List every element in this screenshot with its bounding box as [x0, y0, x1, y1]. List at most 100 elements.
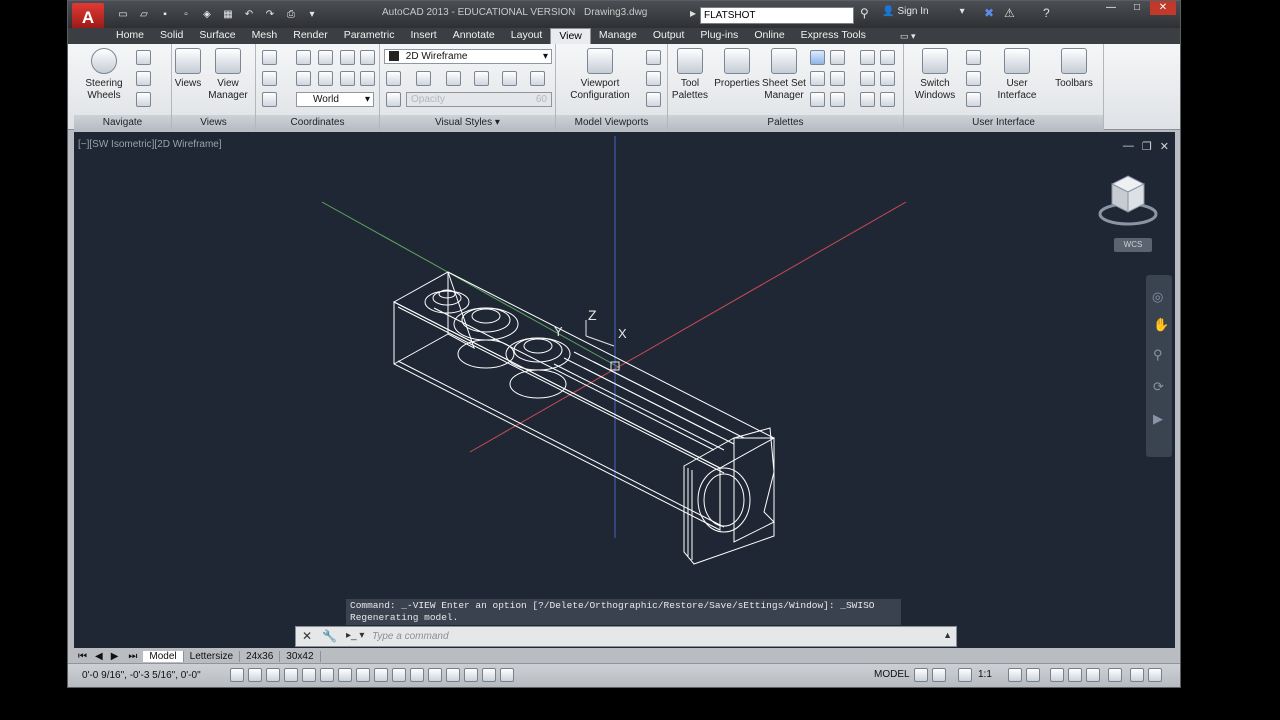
pan-icon[interactable]	[136, 50, 151, 65]
calculator-icon[interactable]	[830, 71, 845, 86]
edge-effects-icon[interactable]	[446, 71, 461, 86]
customize-icon[interactable]: 🔧	[322, 629, 337, 643]
zoom-nav-icon[interactable]: ⚲	[1153, 347, 1163, 363]
maximize-button[interactable]: □	[1124, 1, 1150, 15]
tab-home[interactable]: Home	[108, 28, 152, 44]
cloud-icon[interactable]: ◈	[198, 7, 216, 22]
tab-express-tools[interactable]: Express Tools	[793, 28, 874, 44]
dynamic-input-icon[interactable]	[392, 668, 406, 682]
command-input[interactable]: Type a command	[372, 631, 449, 642]
layer-properties-icon[interactable]	[830, 92, 845, 107]
tab-view[interactable]: View	[550, 28, 591, 44]
snap-mode-icon[interactable]	[248, 668, 262, 682]
advanced-render-icon[interactable]	[880, 71, 895, 86]
auto-scale-icon[interactable]	[1026, 668, 1040, 682]
dynamic-ucs-icon[interactable]	[374, 668, 388, 682]
showmotion-nav-icon[interactable]: ▶	[1153, 411, 1163, 427]
exchange-icon[interactable]: ✖	[984, 6, 994, 20]
annotation-scale-icon[interactable]	[958, 668, 972, 682]
close-icon[interactable]: ✕	[302, 629, 312, 643]
cascade-icon[interactable]	[966, 92, 981, 107]
drawing-viewport[interactable]: [−][SW Isometric][2D Wireframe] — ❐ ✕ Z …	[74, 132, 1175, 648]
dbconnect-icon[interactable]	[810, 92, 825, 107]
binoculars-icon[interactable]: ⚲	[860, 6, 869, 20]
visual-style-dropdown[interactable]: 2D Wireframe ▾	[384, 49, 552, 64]
materials-browser-icon[interactable]	[860, 50, 875, 65]
tab-annotate[interactable]: Annotate	[445, 28, 503, 44]
tile-vertically-icon[interactable]	[966, 71, 981, 86]
steering-wheel-nav-icon[interactable]: ◎	[1152, 289, 1163, 305]
recent-commands-icon[interactable]: ▸_ ▾	[346, 630, 364, 641]
opacity-slider[interactable]: Opacity 60	[406, 92, 552, 107]
file-tabs-icon[interactable]	[966, 50, 981, 65]
workspace-switching-icon[interactable]	[1050, 668, 1064, 682]
tab-scroll-last-icon[interactable]: ⏭	[122, 651, 143, 662]
ucs-z-icon[interactable]	[360, 50, 375, 65]
search-input[interactable]: FLATSHOT	[700, 7, 854, 24]
tab-model[interactable]: Model	[143, 650, 184, 662]
named-viewports-icon[interactable]	[646, 50, 661, 65]
sign-in-button[interactable]: 👤 Sign In ▾	[882, 6, 965, 17]
grid-display-icon[interactable]	[266, 668, 280, 682]
undo-icon[interactable]: ↶	[240, 7, 258, 22]
tab-mesh[interactable]: Mesh	[244, 28, 286, 44]
qat-dropdown-icon[interactable]: ▾	[303, 7, 321, 22]
command-line-icon[interactable]	[880, 92, 895, 107]
object-snap-icon[interactable]	[320, 668, 334, 682]
tab-insert[interactable]: Insert	[402, 28, 444, 44]
tab-30x42[interactable]: 30x42	[280, 650, 321, 662]
ucs-origin-icon[interactable]	[262, 71, 277, 86]
stay-connected-icon[interactable]: ⚠	[1004, 6, 1015, 20]
lighting-icon[interactable]	[530, 71, 545, 86]
markup-icon[interactable]	[810, 71, 825, 86]
ucs-settings-icon[interactable]	[262, 92, 277, 107]
plot-preview-icon[interactable]: ▦	[219, 7, 237, 22]
switch-windows-button[interactable]: Switch Windows	[910, 48, 960, 102]
save-icon[interactable]: ▪	[156, 7, 174, 22]
properties-button[interactable]: Properties	[712, 48, 762, 90]
ucs-zaxis-icon[interactable]	[360, 71, 375, 86]
ortho-mode-icon[interactable]	[284, 668, 298, 682]
polar-tracking-icon[interactable]	[302, 668, 316, 682]
tab-scroll-first-icon[interactable]: ⏮	[74, 651, 91, 662]
tool-palettes-button[interactable]: Tool Palettes	[668, 48, 712, 102]
view-manager-button[interactable]: View Manager	[206, 48, 250, 102]
tab-surface[interactable]: Surface	[191, 28, 243, 44]
views-button[interactable]: Views	[172, 48, 204, 90]
ucs-previous-icon[interactable]	[296, 71, 311, 86]
coordinate-readout[interactable]: 0'-0 9/16", -0'-3 5/16", 0'-0"	[82, 670, 201, 681]
new-icon[interactable]: ▭	[114, 7, 132, 22]
search-expand-icon[interactable]: ▸	[690, 6, 696, 20]
sun-properties-icon[interactable]	[860, 92, 875, 107]
gizmo-icon[interactable]	[500, 668, 514, 682]
join-viewports-icon[interactable]	[646, 71, 661, 86]
annotation-scale[interactable]: 1:1	[978, 669, 992, 680]
model-space-toggle[interactable]: MODEL	[874, 669, 910, 680]
tab-scroll-next-icon[interactable]: ▶	[107, 651, 123, 662]
ucs-y-icon[interactable]	[340, 50, 355, 65]
ucs-icon[interactable]	[262, 50, 277, 65]
ucs-x-icon[interactable]	[318, 50, 333, 65]
face-style-icon[interactable]	[474, 71, 489, 86]
annotation-monitor-icon[interactable]	[482, 668, 496, 682]
quick-view-layouts-icon[interactable]	[914, 668, 928, 682]
redo-icon[interactable]: ↷	[261, 7, 279, 22]
clean-screen-icon[interactable]	[1148, 668, 1162, 682]
shadows-icon[interactable]	[416, 71, 431, 86]
command-history-toggle-icon[interactable]: ▲	[943, 630, 952, 640]
ucs-view-icon[interactable]	[318, 71, 333, 86]
3d-object-snap-icon[interactable]	[338, 668, 352, 682]
hardware-acceleration-icon[interactable]	[1086, 668, 1100, 682]
status-menu-icon[interactable]	[1130, 668, 1144, 682]
transparency-icon[interactable]	[428, 668, 442, 682]
quick-properties-icon[interactable]	[446, 668, 460, 682]
tab-plug-ins[interactable]: Plug-ins	[692, 28, 746, 44]
steering-wheels-button[interactable]: Steering Wheels	[78, 48, 130, 102]
selection-cycling-icon[interactable]	[464, 668, 478, 682]
ucs-world-icon[interactable]	[296, 50, 311, 65]
viewcube[interactable]	[1098, 170, 1162, 230]
zoom-icon[interactable]	[136, 92, 151, 107]
external-references-icon[interactable]	[830, 50, 845, 65]
tab-layout[interactable]: Layout	[503, 28, 551, 44]
lock-icon[interactable]	[1068, 668, 1082, 682]
